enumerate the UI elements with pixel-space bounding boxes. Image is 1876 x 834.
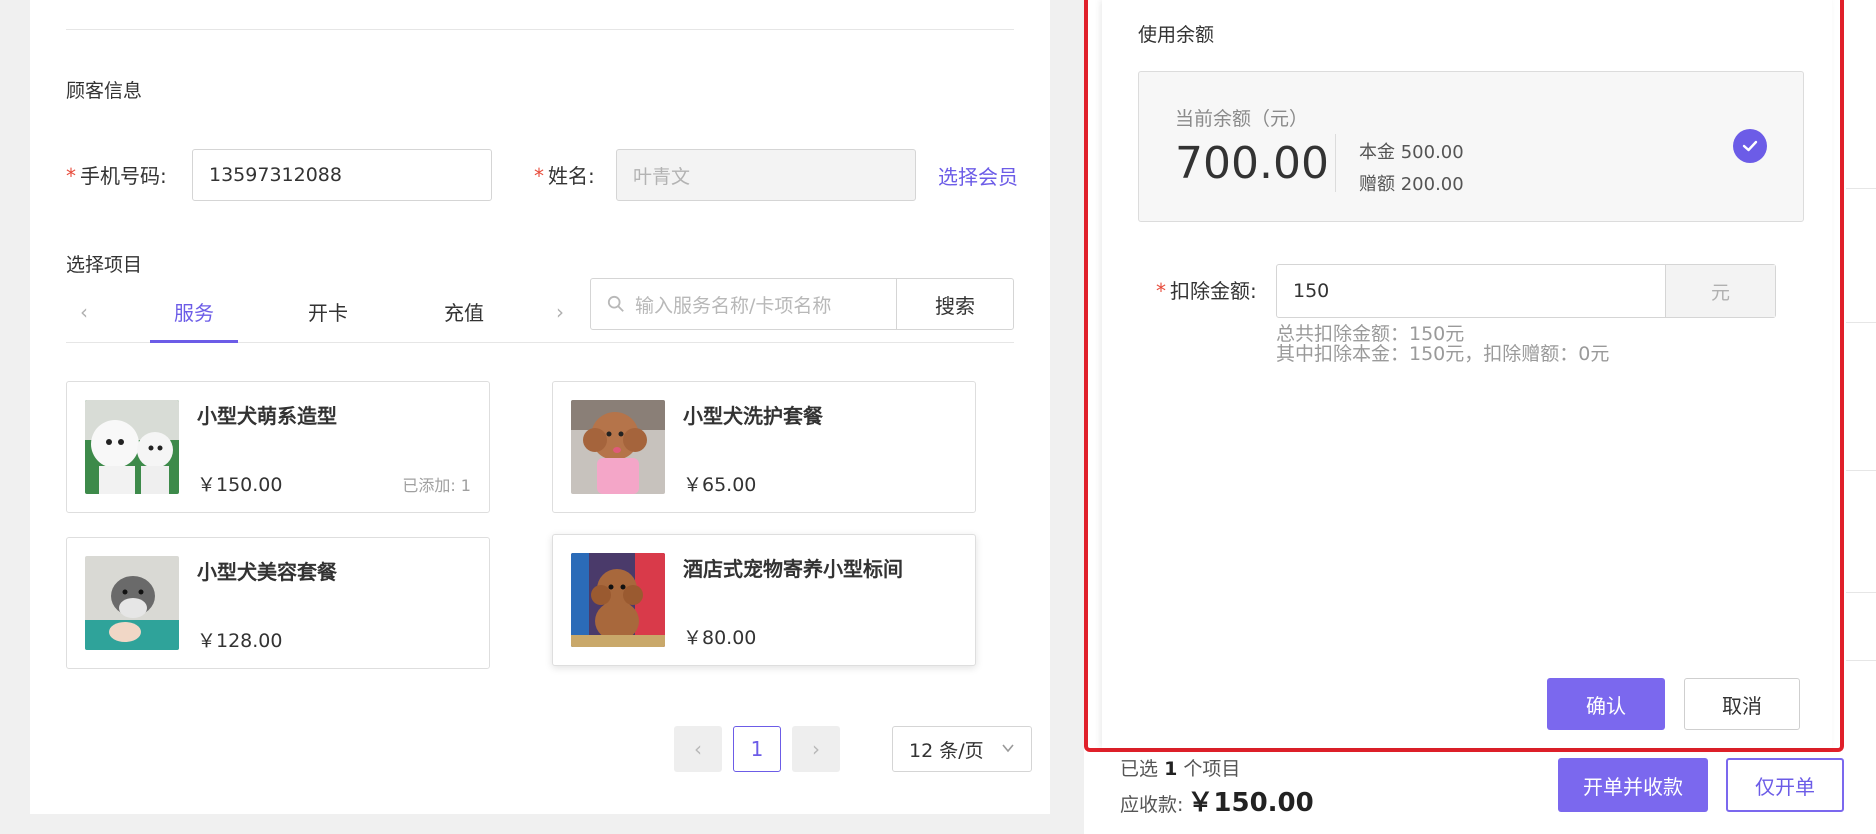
deduct-label: * 扣除金额: (1156, 279, 1257, 303)
use-balance-modal: 使用余额 当前余额（元） 700.00 本金 500.00 赠额 200.00 … (1084, 0, 1844, 752)
divider (1846, 322, 1876, 323)
receivable-summary: 应收款: ￥150.00 (1120, 782, 1314, 819)
principal-amount: 本金 500.00 (1359, 142, 1464, 163)
page-size-value: 12 条/页 (909, 739, 984, 762)
deduct-total-hint: 总共扣除金额：150元 (1276, 323, 1465, 345)
product-image (85, 556, 179, 650)
order-form-panel: 顾客信息 * 手机号码: 13597312088 * 姓名: 叶青文 选择会员 选择… (30, 0, 1050, 814)
divider (66, 29, 1014, 30)
balance-amount: 700.00 (1175, 138, 1329, 189)
product-price: ￥65.00 (683, 474, 757, 496)
tab-recharge[interactable]: 充值 (444, 297, 484, 326)
required-mark: * (534, 164, 544, 188)
pagination-next-button[interactable]: › (792, 726, 840, 772)
check-icon[interactable] (1733, 129, 1767, 163)
balance-label: 当前余额（元） (1175, 108, 1309, 130)
phone-input[interactable]: 13597312088 (192, 149, 492, 201)
search-icon (607, 295, 624, 312)
product-name: 小型犬萌系造型 (197, 404, 337, 428)
customer-section-title: 顾客信息 (66, 80, 143, 102)
product-image (571, 400, 665, 494)
name-input: 叶青文 (616, 149, 916, 201)
confirm-button[interactable]: 确认 (1547, 678, 1665, 730)
divider (1846, 592, 1876, 593)
search-button[interactable]: 搜索 (897, 279, 1013, 329)
product-card[interactable]: 酒店式宠物寄养小型标间 ￥80.00 (552, 534, 976, 666)
active-tab-indicator (150, 340, 238, 343)
receivable-label: 应收款: (1120, 794, 1184, 816)
search-input[interactable]: 输入服务名称/卡项名称 (591, 279, 897, 329)
required-mark: * (1156, 279, 1166, 303)
page-size-select[interactable]: 12 条/页 (892, 726, 1032, 772)
product-price: ￥150.00 (197, 474, 283, 496)
search-placeholder: 输入服务名称/卡项名称 (635, 294, 832, 317)
tabs-next-arrow[interactable]: › (556, 300, 564, 324)
modal-title: 使用余额 (1138, 24, 1215, 46)
name-label: * 姓名: (534, 164, 595, 188)
modal-body: 使用余额 当前余额（元） 700.00 本金 500.00 赠额 200.00 … (1102, 0, 1832, 748)
deduct-detail-hint: 其中扣除本金：150元，扣除赠额：0元 (1276, 343, 1610, 365)
order-only-button[interactable]: 仅开单 (1726, 758, 1844, 812)
divider (1846, 660, 1876, 661)
bonus-amount: 赠额 200.00 (1359, 174, 1464, 195)
product-price: ￥80.00 (683, 627, 757, 649)
product-price: ￥128.00 (197, 630, 283, 652)
tab-service[interactable]: 服务 (174, 297, 214, 326)
product-card[interactable]: 小型犬萌系造型 ￥150.00 已添加: 1 (66, 381, 490, 513)
divider (1335, 134, 1336, 192)
divider (1846, 470, 1876, 471)
search-bar: 输入服务名称/卡项名称 搜索 (590, 278, 1014, 330)
receivable-amount: ￥150.00 (1187, 788, 1314, 818)
product-name: 酒店式宠物寄养小型标间 (683, 557, 903, 581)
added-count: 已添加: 1 (402, 476, 471, 495)
product-image (571, 553, 665, 647)
product-image (85, 400, 179, 494)
deduct-amount-field: 150 元 (1276, 264, 1776, 318)
divider (1846, 188, 1876, 189)
order-and-pay-button[interactable]: 开单并收款 (1558, 758, 1708, 812)
phone-label: * 手机号码: (66, 164, 167, 188)
deduct-amount-input[interactable]: 150 (1277, 265, 1665, 317)
product-name: 小型犬洗护套餐 (683, 404, 823, 428)
product-name: 小型犬美容套餐 (197, 560, 337, 584)
product-card[interactable]: 小型犬美容套餐 ￥128.00 (66, 537, 490, 669)
tabs-prev-arrow[interactable]: ‹ (80, 300, 88, 324)
required-mark: * (66, 164, 76, 188)
cancel-button[interactable]: 取消 (1684, 678, 1800, 730)
currency-unit: 元 (1665, 265, 1775, 317)
select-member-link[interactable]: 选择会员 (938, 161, 1018, 190)
chevron-down-icon (1002, 744, 1014, 753)
selected-count: 1 (1164, 758, 1178, 780)
items-section-title: 选择项目 (66, 254, 143, 276)
tab-open-card[interactable]: 开卡 (308, 297, 348, 326)
pagination-prev-button[interactable]: ‹ (674, 726, 722, 772)
balance-option[interactable]: 当前余额（元） 700.00 本金 500.00 赠额 200.00 (1138, 71, 1804, 222)
pagination-page-1[interactable]: 1 (733, 726, 781, 772)
selected-summary: 已选 1 个项目 (1120, 758, 1241, 780)
product-card[interactable]: 小型犬洗护套餐 ￥65.00 (552, 381, 976, 513)
